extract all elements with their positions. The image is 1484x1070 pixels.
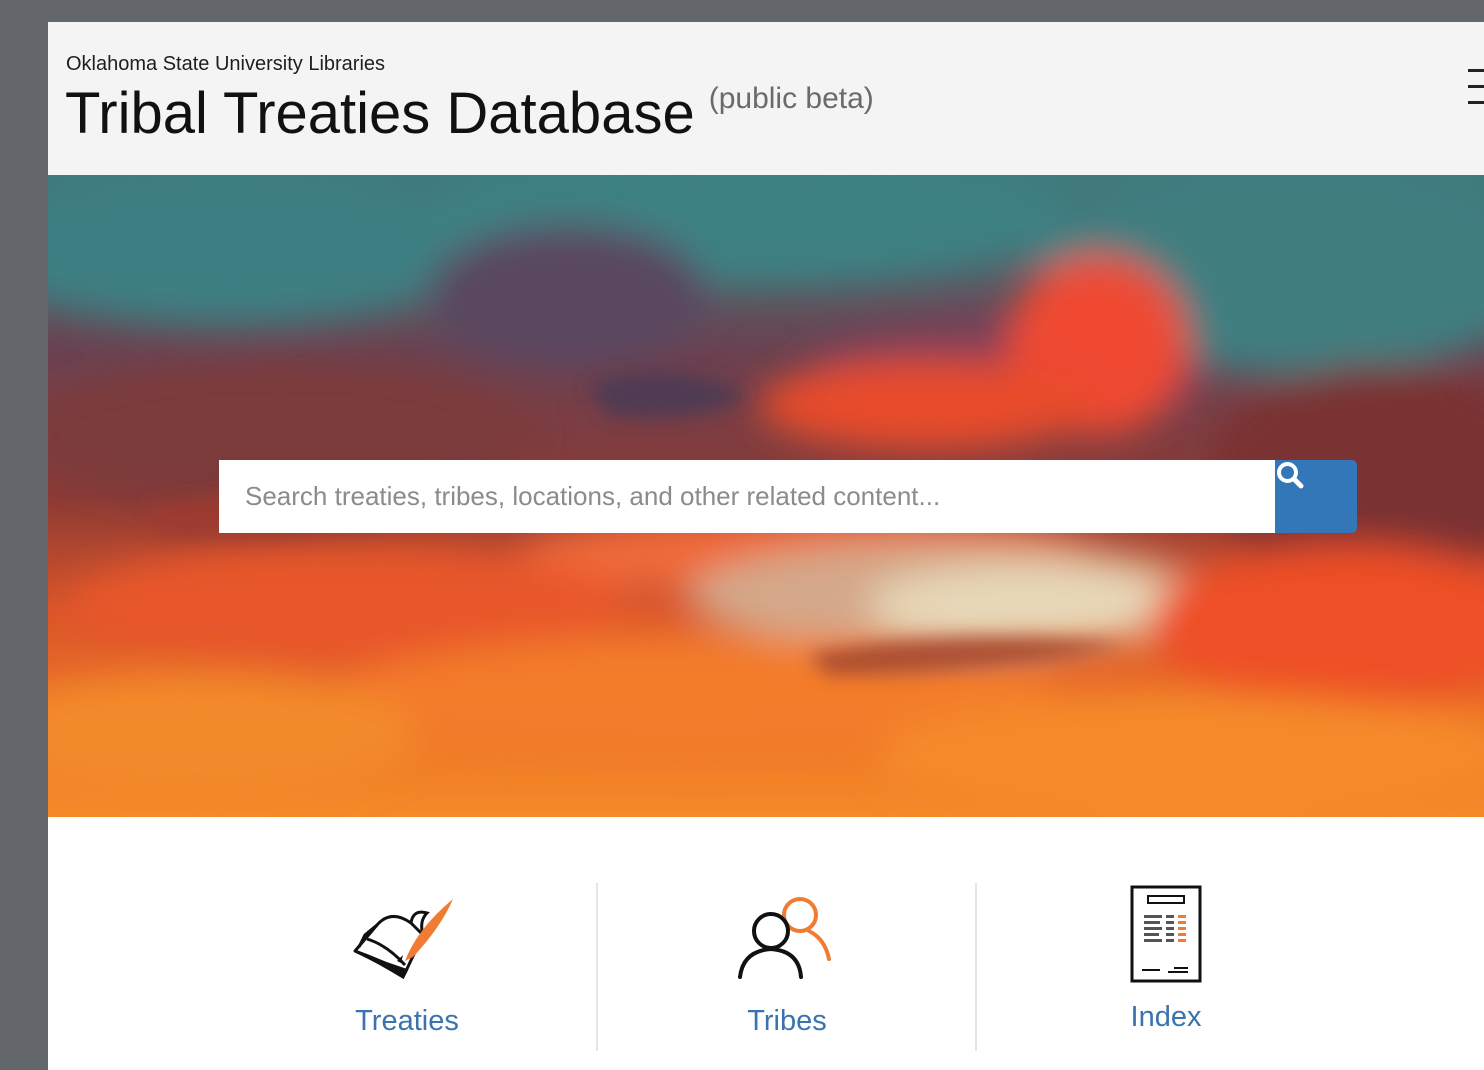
menu-bar-icon bbox=[1468, 69, 1484, 72]
menu-button[interactable] bbox=[1466, 66, 1484, 108]
card-label: Treaties bbox=[355, 1005, 459, 1037]
search-button[interactable] bbox=[1275, 460, 1357, 533]
people-group-icon bbox=[738, 897, 831, 979]
menu-bar-icon bbox=[1468, 85, 1484, 88]
card-label: Index bbox=[1130, 1001, 1202, 1033]
search-input[interactable] bbox=[219, 460, 1276, 533]
search-bar bbox=[219, 460, 1357, 533]
card-label: Tribes bbox=[747, 1005, 827, 1037]
card-index[interactable]: Index bbox=[976, 817, 1356, 1070]
site-header: Oklahoma State University Libraries Trib… bbox=[48, 22, 1484, 175]
card-treaties[interactable]: Treaties bbox=[217, 817, 597, 1070]
org-name: Oklahoma State University Libraries bbox=[66, 53, 386, 75]
page: Oklahoma State University Libraries Trib… bbox=[48, 22, 1484, 1070]
card-tribes[interactable]: Tribes bbox=[597, 817, 977, 1070]
hero-banner bbox=[48, 175, 1484, 817]
beta-badge: (public beta) bbox=[708, 82, 874, 115]
category-cards: Treaties Tribes Index bbox=[48, 817, 1484, 1070]
site-title[interactable]: Tribal Treaties Database bbox=[65, 82, 695, 146]
menu-bar-icon bbox=[1468, 101, 1484, 104]
title-row: Tribal Treaties Database (public beta) bbox=[65, 82, 874, 146]
treaty-document-quill-icon bbox=[353, 899, 453, 980]
search-icon bbox=[1277, 462, 1304, 489]
index-document-icon bbox=[1130, 885, 1202, 983]
